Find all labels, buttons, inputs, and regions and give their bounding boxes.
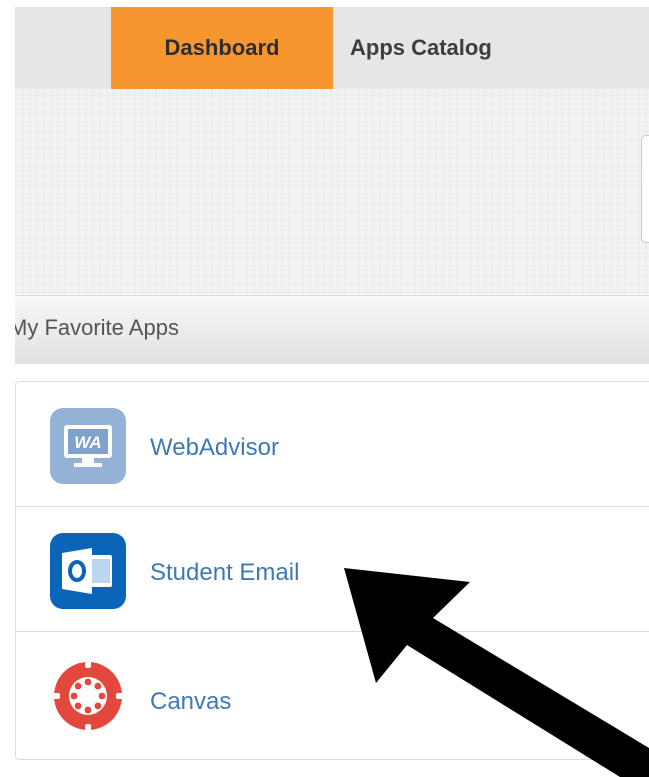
page: Dashboard Apps Catalog My Favorite Apps … [0, 0, 649, 777]
app-item-canvas[interactable]: Canvas [16, 632, 649, 756]
section-title: My Favorite Apps [15, 315, 179, 340]
app-item-webadvisor[interactable]: WA WebAdvisor [16, 382, 649, 507]
top-nav-bar: Dashboard Apps Catalog [15, 7, 649, 89]
webadvisor-icon[interactable]: WA [48, 406, 128, 486]
app-label-webadvisor[interactable]: WebAdvisor [150, 434, 279, 462]
app-label-student-email[interactable]: Student Email [150, 559, 299, 587]
search-box-edge[interactable] [641, 135, 649, 243]
app-item-student-email[interactable]: Student Email [16, 507, 649, 632]
favorites-section-header: My Favorite Apps [15, 295, 649, 364]
hero-banner [15, 89, 649, 294]
app-label-canvas[interactable]: Canvas [150, 688, 231, 716]
tab-dashboard[interactable]: Dashboard [111, 7, 333, 89]
svg-text:WA: WA [74, 433, 101, 452]
canvas-icon[interactable] [48, 656, 128, 736]
favorite-apps-list: WA WebAdvisor Student Email Canvas [15, 381, 649, 760]
tab-apps-catalog[interactable]: Apps Catalog [350, 7, 555, 89]
outlook-icon[interactable] [48, 531, 128, 611]
section-title-wrapper: My Favorite Apps [15, 296, 649, 364]
